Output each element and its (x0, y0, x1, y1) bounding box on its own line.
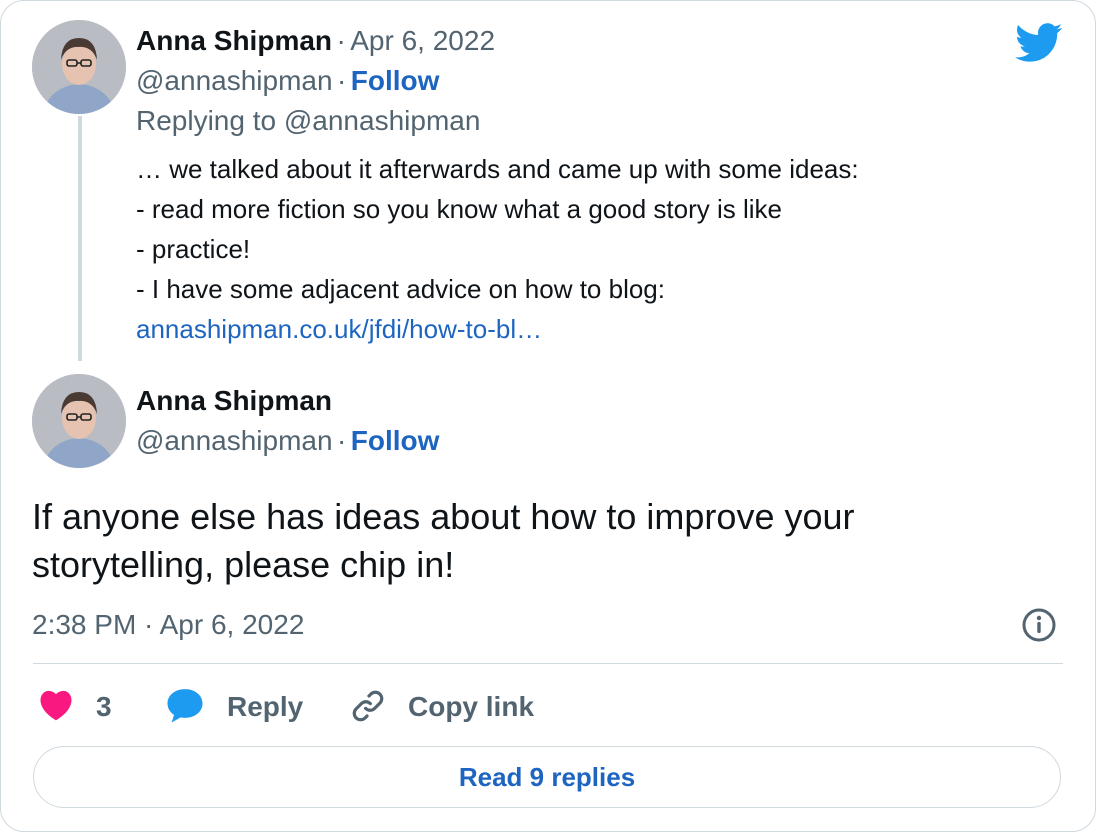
avatar[interactable] (32, 20, 126, 114)
tweet-text-line: - read more fiction so you know what a g… (136, 194, 782, 224)
avatar[interactable] (32, 374, 126, 468)
author-name[interactable]: Anna Shipman (136, 381, 332, 421)
replying-to-label: Replying to @annashipman (136, 105, 481, 136)
read-replies-button[interactable]: Read 9 replies (33, 746, 1061, 808)
author-handle[interactable]: @annashipman (136, 425, 333, 456)
info-icon[interactable] (1021, 607, 1057, 643)
copy-link-button[interactable]: Copy link (408, 687, 534, 727)
reply-tweet-body: … we talked about it afterwards and came… (136, 149, 859, 349)
link-icon[interactable] (349, 687, 387, 725)
follow-button[interactable]: Follow (351, 65, 440, 96)
twitter-bird-icon[interactable] (1015, 23, 1063, 63)
tweet-link[interactable]: annashipman.co.uk/jfdi/how-to-bl… (136, 309, 859, 349)
reply-button[interactable]: Reply (227, 687, 303, 727)
embedded-tweet-card: Anna Shipman · Apr 6, 2022 @annashipman … (0, 0, 1096, 832)
tweet-text-line: … we talked about it afterwards and came… (136, 154, 859, 184)
speech-bubble-icon[interactable] (165, 685, 205, 725)
author-name[interactable]: Anna Shipman (136, 25, 332, 56)
like-count[interactable]: 3 (96, 687, 112, 727)
thread-connector-line (78, 116, 82, 361)
reply-handle-row: @annashipman · Follow (136, 61, 439, 106)
tweet-text-line: If anyone else has ideas about how to im… (32, 496, 855, 537)
separator-dot: · (337, 425, 347, 456)
divider (33, 663, 1063, 664)
main-tweet-text: If anyone else has ideas about how to im… (32, 493, 855, 589)
main-handle-row: @annashipman · Follow (136, 421, 439, 466)
reply-author-row: Anna Shipman · Apr 6, 2022 (136, 21, 495, 66)
tweet-text-line: - I have some adjacent advice on how to … (136, 274, 665, 304)
separator-dot: · (337, 65, 347, 96)
tweet-timestamp[interactable]: 2:38 PM · Apr 6, 2022 (32, 605, 304, 645)
tweet-text-line: - practice! (136, 234, 251, 264)
heart-icon[interactable] (37, 687, 77, 723)
follow-button[interactable]: Follow (351, 425, 440, 456)
author-handle[interactable]: @annashipman (136, 65, 333, 96)
tweet-text-line: storytelling, please chip in! (32, 544, 455, 585)
tweet-date[interactable]: Apr 6, 2022 (350, 25, 495, 56)
separator-dot: · (336, 25, 346, 56)
